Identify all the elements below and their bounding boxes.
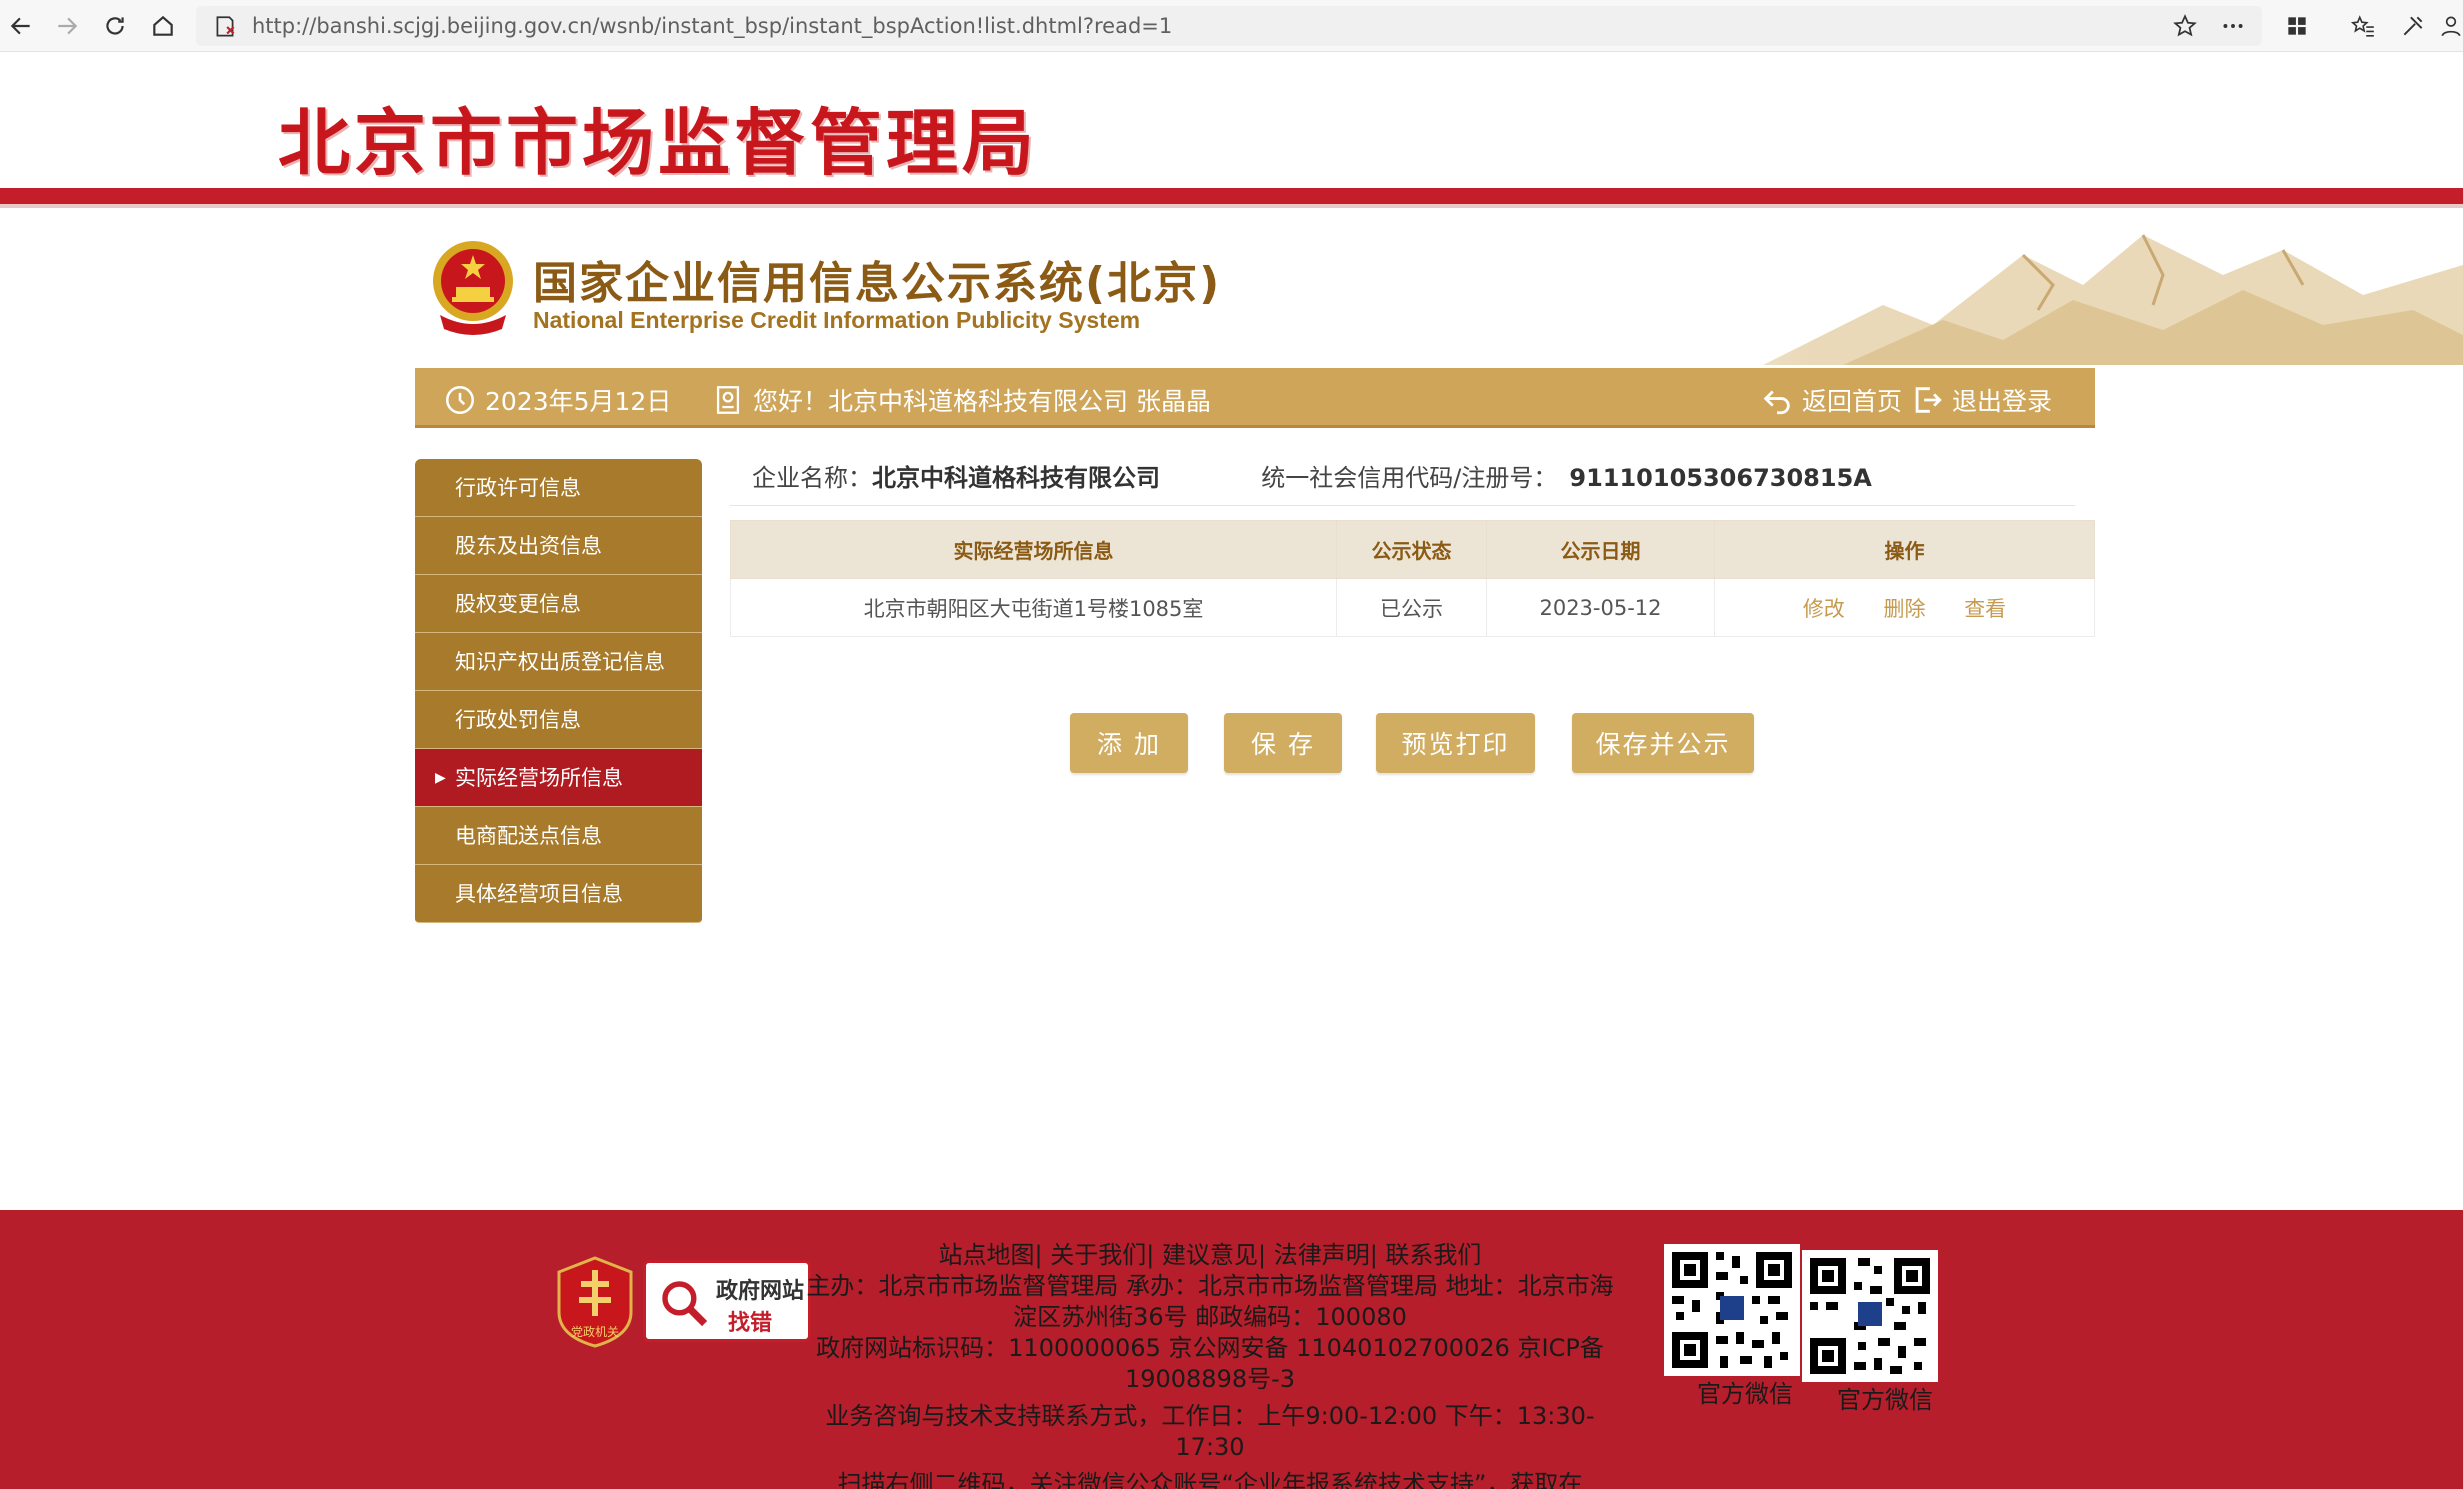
date-display: 2023年5月12日 <box>443 382 671 418</box>
sidebar-item-label[interactable]: 具体经营项目信息 <box>455 882 623 906</box>
ops-cell: 修改 删除 查看 <box>1714 578 2095 637</box>
preview-print-button[interactable]: 预览打印 <box>1376 713 1535 773</box>
greeting-text: 您好！北京中科道格科技有限公司 张晶晶 <box>753 387 1211 416</box>
col-status-header: 公示状态 <box>1336 520 1487 579</box>
sidebar-item-label[interactable]: 股东及出资信息 <box>455 534 602 558</box>
home-link-label[interactable]: 返回首页 <box>1802 382 1902 418</box>
sidebar-item-ip-pledge[interactable]: 知识产权出质登记信息 <box>415 633 702 691</box>
gov-site-error-report-badge[interactable]: 政府网站 找错 <box>643 1260 811 1342</box>
sidebar-item-business-items[interactable]: 具体经营项目信息 <box>415 865 702 923</box>
qr2-label: 官方微信 <box>1837 1386 1933 1414</box>
sidebar-item-admin-penalty[interactable]: 行政处罚信息 <box>415 691 702 749</box>
qr1-label: 官方微信 <box>1697 1380 1793 1408</box>
sidebar-item-label[interactable]: 行政许可信息 <box>455 476 581 500</box>
insecure-icon[interactable] <box>212 14 238 40</box>
clock-icon <box>445 385 475 415</box>
system-banner: 国家企业信用信息公示系统(北京) National Enterprise Cre… <box>415 215 2463 365</box>
site-title: 北京市市场监督管理局 <box>278 100 1039 185</box>
user-info-bar: 2023年5月12日 您好！北京中科道格科技有限公司 张晶晶 返回首页 退出登录 <box>415 368 2095 428</box>
magnifier-icon <box>662 1281 708 1327</box>
table-row: 北京市朝阳区大屯街道1号楼1085室 已公示 2023-05-12 修改 删除 … <box>730 578 2095 637</box>
date-text: 2023年5月12日 <box>485 387 672 416</box>
edit-link[interactable]: 修改 <box>1803 597 1845 621</box>
table-header-row: 实际经营场所信息 公示状态 公示日期 操作 <box>730 520 2095 579</box>
col-address-header: 实际经营场所信息 <box>730 520 1337 579</box>
greeting-display: 您好！北京中科道格科技有限公司 张晶晶 <box>711 382 1211 418</box>
col-date-header: 公示日期 <box>1486 520 1715 579</box>
add-button[interactable]: 添 加 <box>1070 713 1188 773</box>
header-divider <box>0 188 2463 204</box>
sidebar-item-admin-license[interactable]: 行政许可信息 <box>415 459 702 517</box>
sidebar-item-label[interactable]: 知识产权出质登记信息 <box>455 650 665 674</box>
browser-toolbar: http://banshi.scjgj.beijing.gov.cn/wsnb/… <box>0 0 2463 52</box>
site-footer: 党政机关 政府网站 找错 站点地图| 关于我们| 建议意见| 法律声明| 联系我… <box>0 1210 2463 1489</box>
site-header: 北京市市场监督管理局 <box>0 52 2463 188</box>
qr-code-image <box>1664 1244 1800 1376</box>
credit-code-label: 统一社会信用代码/注册号： <box>1261 464 1558 492</box>
company-info: 企业名称：北京中科道格科技有限公司 统一社会信用代码/注册号： 911101053… <box>752 458 1872 493</box>
company-name-label: 企业名称： <box>752 464 872 492</box>
qr-code-image <box>1802 1250 1938 1382</box>
delete-link[interactable]: 删除 <box>1884 597 1926 621</box>
error-report-label: 找错 <box>728 1311 773 1336</box>
system-subtitle: National Enterprise Credit Information P… <box>533 307 1141 333</box>
forward-icon[interactable] <box>50 9 84 43</box>
favorites-icon[interactable] <box>2346 9 2380 43</box>
credit-code: 91110105306730815A <box>1569 464 1872 492</box>
header-divider-shadow <box>0 204 2463 208</box>
mountain-scenery-image <box>1463 215 2463 365</box>
footer-text: 站点地图| 关于我们| 建议意见| 法律声明| 联系我们 主办：北京市市场监督管… <box>800 1240 1620 1489</box>
home-icon[interactable] <box>146 9 180 43</box>
company-name: 北京中科道格科技有限公司 <box>872 464 1160 492</box>
sidebar-item-label[interactable]: 股权变更信息 <box>455 592 581 616</box>
view-link[interactable]: 查看 <box>1964 597 2006 621</box>
party-gov-badge-icon[interactable]: 党政机关 <box>555 1256 635 1348</box>
star-icon[interactable] <box>2168 9 2202 43</box>
apps-icon[interactable] <box>2280 9 2314 43</box>
home-link[interactable]: 返回首页 <box>1760 382 1902 418</box>
sidebar-item-ecommerce-delivery[interactable]: 电商配送点信息 <box>415 807 702 865</box>
tools-icon[interactable] <box>2396 9 2430 43</box>
party-gov-badge-text: 党政机关 <box>571 1324 619 1339</box>
more-icon[interactable] <box>2216 9 2250 43</box>
logout-icon <box>1915 387 1942 413</box>
sidebar-item-business-premises[interactable]: ▶ 实际经营场所信息 <box>415 749 702 807</box>
col-ops-header: 操作 <box>1714 520 2095 579</box>
divider <box>730 505 2075 506</box>
save-publish-button[interactable]: 保存并公示 <box>1572 713 1754 773</box>
gov-site-label: 政府网站 <box>716 1279 805 1304</box>
footer-scan-hint: 扫描右侧二维码，关注微信公众账号“企业年报系统技术支持”，获取在 <box>837 1470 1583 1489</box>
sidebar-menu: 行政许可信息 股东及出资信息 股权变更信息 知识产权出质登记信息 行政处罚信息 … <box>415 459 702 923</box>
sidebar-item-label[interactable]: 行政处罚信息 <box>455 708 581 732</box>
status-cell: 已公示 <box>1336 578 1487 637</box>
user-card-icon <box>716 386 740 414</box>
system-title: 国家企业信用信息公示系统(北京) <box>533 258 1222 309</box>
return-icon <box>1763 390 1790 415</box>
address-bar[interactable]: http://banshi.scjgj.beijing.gov.cn/wsnb/… <box>196 6 2262 46</box>
sidebar-item-label[interactable]: 实际经营场所信息 <box>455 766 623 790</box>
back-icon[interactable] <box>4 9 38 43</box>
footer-links[interactable]: 站点地图| 关于我们| 建议意见| 法律声明| 联系我们 <box>800 1240 1620 1271</box>
address-cell: 北京市朝阳区大屯街道1号楼1085室 <box>730 578 1337 637</box>
active-arrow-icon: ▶ <box>435 770 446 786</box>
logout-link[interactable]: 退出登录 <box>1910 382 2052 418</box>
footer-ids: 政府网站标识码：1100000065 京公网安备 11040102700026 … <box>816 1334 1604 1393</box>
save-button[interactable]: 保 存 <box>1224 713 1342 773</box>
url-text[interactable]: http://banshi.scjgj.beijing.gov.cn/wsnb/… <box>252 14 1172 38</box>
footer-support: 业务咨询与技术支持联系方式，工作日：上午9:00-12:00 下午：13:30-… <box>825 1402 1595 1461</box>
sidebar-item-equity-change[interactable]: 股权变更信息 <box>415 575 702 633</box>
reload-icon[interactable] <box>98 9 132 43</box>
premises-table: 实际经营场所信息 公示状态 公示日期 操作 北京市朝阳区大屯街道1号楼1085室… <box>730 520 2095 637</box>
profile-icon[interactable] <box>2434 9 2463 43</box>
footer-sponsor: 主办：北京市市场监督管理局 承办：北京市市场监督管理局 地址：北京市海淀区苏州街… <box>806 1272 1614 1331</box>
sidebar-item-shareholders[interactable]: 股东及出资信息 <box>415 517 702 575</box>
sidebar-item-label[interactable]: 电商配送点信息 <box>455 824 602 848</box>
date-cell: 2023-05-12 <box>1486 578 1715 637</box>
national-emblem-icon <box>433 241 513 335</box>
logout-link-label[interactable]: 退出登录 <box>1952 382 2052 418</box>
